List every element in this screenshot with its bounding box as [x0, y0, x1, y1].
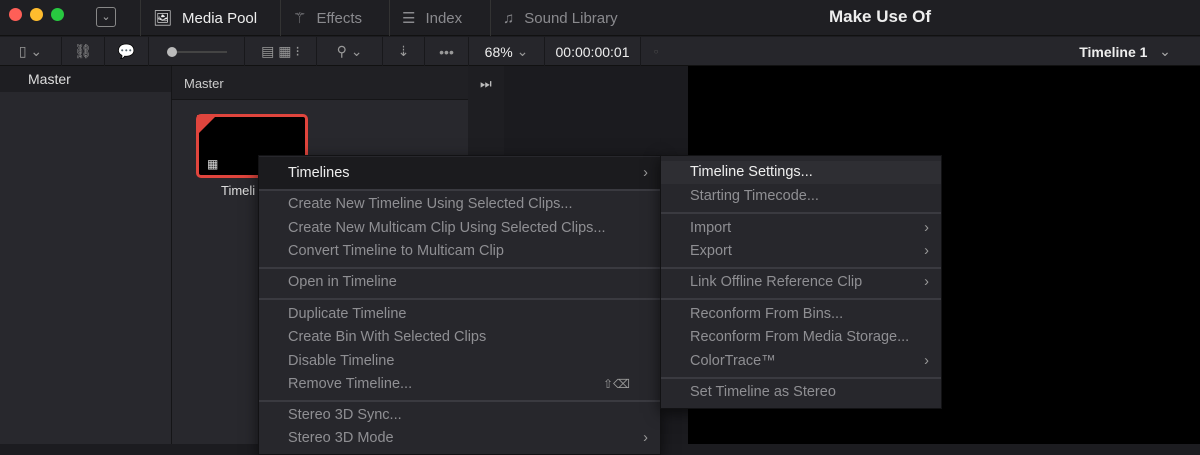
menu-item-convert-timeline-to-multicam-clip[interactable]: Convert Timeline to Multicam Clip	[259, 240, 660, 263]
maximize-window-button[interactable]	[51, 8, 64, 21]
menu-item-label: Stereo 3D Sync...	[288, 407, 402, 423]
menu-item-label: Export	[690, 243, 732, 259]
menu-item-label: Import	[690, 220, 732, 236]
sort-icon: ⇣	[397, 43, 410, 59]
index-list-icon: ☰	[402, 10, 416, 27]
menu-item-create-bin-with-selected-clips[interactable]: Create Bin With Selected Clips	[259, 326, 660, 349]
bin-header: Master	[172, 66, 468, 100]
menu-item-remove-timeline[interactable]: Remove Timeline... ⇧⌫	[259, 373, 660, 396]
menu-item-colortrace[interactable]: ColorTrace™ ›	[661, 350, 941, 373]
minimize-window-button[interactable]	[30, 8, 43, 21]
menu-item-set-timeline-as-stereo[interactable]: Set Timeline as Stereo	[661, 381, 941, 404]
effects-wand-icon: ⚚	[293, 10, 307, 27]
tab-effects[interactable]: ⚚ Effects	[280, 0, 374, 36]
menu-item-timeline-settings[interactable]: Timeline Settings...	[661, 161, 941, 184]
search-icon: ⚲ ⌄	[336, 43, 363, 59]
menu-separator	[661, 377, 941, 379]
menu-item-label: Duplicate Timeline	[288, 306, 407, 322]
shortcut-label: ⇧⌫	[602, 377, 630, 391]
bin-list-panel: Master	[0, 66, 172, 444]
more-icon: •••	[439, 43, 454, 60]
timeline-icon: ▦	[207, 157, 219, 171]
menu-item-create-new-multicam-clip-using-selected-clips[interactable]: Create New Multicam Clip Using Selected …	[259, 217, 660, 240]
menu-item-export[interactable]: Export ›	[661, 240, 941, 263]
menu-item-import[interactable]: Import ›	[661, 217, 941, 240]
view-mode-buttons[interactable]: ▤ ▦ ⁝	[245, 37, 317, 66]
sidebar-icon: ▯ ⌄	[18, 43, 43, 59]
timecode-display: 00:00:00:01	[545, 37, 641, 66]
chevron-right-icon: ›	[924, 274, 929, 290]
menu-separator	[661, 212, 941, 214]
menu-item-label: Remove Timeline...	[288, 376, 413, 392]
menu-item-label: Timeline Settings...	[690, 164, 813, 180]
menu-item-label: Set Timeline as Stereo	[690, 384, 836, 400]
menu-item-disable-timeline[interactable]: Disable Timeline	[259, 350, 660, 373]
menu-item-stereo-3d-mode[interactable]: Stereo 3D Mode ›	[259, 427, 660, 450]
timelines-submenu: Timeline Settings... Starting Timecode...…	[660, 155, 942, 409]
chevron-right-icon: ›	[924, 243, 929, 259]
menu-separator	[259, 400, 660, 402]
grid-view-icon: ▤ ▦ ⁝	[261, 43, 300, 59]
media-pool-icon: 🖼	[153, 10, 173, 27]
sound-library-icon: ♫	[503, 9, 515, 27]
clip-label: Timeli	[221, 183, 256, 198]
menu-item-label: Reconform From Bins...	[690, 306, 844, 322]
menu-item-starting-timecode[interactable]: Starting Timecode...	[661, 185, 941, 208]
zoom-dropdown[interactable]: 68% ⌄	[469, 37, 545, 66]
menu-separator	[259, 267, 660, 269]
unlink-button[interactable]: ⛓	[62, 37, 105, 66]
menu-separator	[661, 298, 941, 300]
menu-item-label: Create New Timeline Using Selected Clips…	[288, 196, 573, 212]
menu-item-duplicate-timeline[interactable]: Duplicate Timeline	[259, 303, 660, 326]
chevron-right-icon: ›	[643, 430, 648, 446]
metadata-button[interactable]: 💬	[105, 37, 149, 66]
menu-item-create-new-timeline-using-selected-clips[interactable]: Create New Timeline Using Selected Clips…	[259, 193, 660, 216]
chevron-down-icon: ⌄	[516, 43, 529, 59]
chevron-right-icon: ›	[924, 353, 929, 369]
menu-item-reconform-from-bins[interactable]: Reconform From Bins...	[661, 303, 941, 326]
menu-item-label: Starting Timecode...	[690, 188, 819, 204]
search-button[interactable]: ⚲ ⌄	[317, 37, 383, 66]
more-options-button[interactable]: •••	[425, 37, 469, 66]
menu-separator	[661, 267, 941, 269]
menu-item-label: Create New Multicam Clip Using Selected …	[288, 220, 606, 236]
tab-sound-library[interactable]: ♫ Sound Library	[490, 0, 630, 36]
menu-item-label: Timelines	[288, 165, 350, 181]
menu-item-label: Reconform From Media Storage...	[690, 329, 910, 345]
play-to-end-icon[interactable]: ⏭	[480, 76, 492, 92]
menu-item-label: ColorTrace™	[690, 353, 776, 369]
selected-check-icon	[197, 115, 217, 135]
thumbnail-size-slider[interactable]	[149, 37, 245, 66]
tab-index[interactable]: ☰ Index	[389, 0, 474, 36]
top-bar: ⌄ 🖼 Media Pool ⚚ Effects ☰ Index ♫ Sound Lib…	[0, 0, 1200, 36]
timeline-dropdown[interactable]: Timeline 1 ⌄	[1050, 37, 1200, 66]
menu-item-open-in-timeline[interactable]: Open in Timeline	[259, 271, 660, 294]
menu-item-label: Open in Timeline	[288, 274, 397, 290]
close-window-button[interactable]	[9, 8, 22, 21]
panel-dropdown-button[interactable]: ⌄	[96, 7, 116, 27]
menu-item-link-offline-reference-clip[interactable]: Link Offline Reference Clip ›	[661, 271, 941, 294]
chevron-right-icon: ›	[643, 165, 648, 181]
bin-master[interactable]: Master	[0, 66, 171, 92]
menu-item-label: Disable Timeline	[288, 353, 395, 369]
project-title: Make Use Of	[828, 7, 932, 26]
chevron-down-icon: ⌄	[1159, 43, 1171, 59]
sort-button[interactable]: ⇣	[383, 37, 425, 66]
status-dot-icon: ○	[653, 47, 659, 56]
comment-icon: 💬	[117, 43, 136, 59]
menu-item-label: Create Bin With Selected Clips	[288, 329, 487, 345]
chevron-right-icon: ›	[924, 220, 929, 236]
menu-item-stereo-3d-sync[interactable]: Stereo 3D Sync...	[259, 404, 660, 427]
context-menu: Timelines › Create New Timeline Using Sele…	[258, 155, 661, 455]
sidebar-toggle-button[interactable]: ▯ ⌄	[0, 37, 62, 66]
menu-separator	[259, 298, 660, 300]
menu-item-label: Link Offline Reference Clip	[690, 274, 863, 290]
menu-item-timelines[interactable]: Timelines ›	[259, 157, 660, 189]
menu-separator	[259, 189, 660, 191]
tab-media-pool[interactable]: 🖼 Media Pool	[140, 0, 269, 36]
link-icon: ⛓	[74, 43, 92, 59]
menu-item-reconform-from-media-storage[interactable]: Reconform From Media Storage...	[661, 326, 941, 349]
menu-item-label: Convert Timeline to Multicam Clip	[288, 243, 504, 259]
toolbar: ▯ ⌄ ⛓ 💬 ▤ ▦ ⁝ ⚲ ⌄ ⇣ ••• 68% ⌄ 00:00:00:0…	[0, 37, 1200, 66]
